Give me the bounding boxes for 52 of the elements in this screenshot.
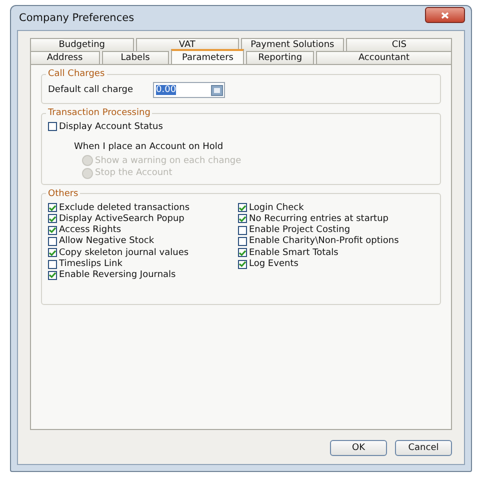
checkbox[interactable] — [48, 260, 57, 269]
checkbox[interactable] — [48, 270, 57, 280]
checkbox-label: Enable Project Costing — [249, 225, 350, 236]
window-title: Company Preferences — [18, 12, 134, 24]
checkbox-label: Display ActiveSearch Popup — [59, 214, 184, 224]
radio-label: Stop the Account — [95, 168, 172, 178]
tab[interactable]: Labels — [102, 51, 170, 64]
checkbox[interactable] — [238, 236, 247, 246]
group-title: Others — [47, 188, 80, 199]
checkbox[interactable] — [48, 226, 57, 235]
checkbox-label: No Recurring entries at startup — [249, 214, 388, 224]
field-label: Default call charge — [48, 85, 134, 95]
tab[interactable]: Budgeting — [30, 38, 134, 51]
tab[interactable]: Address — [30, 51, 100, 64]
checkbox[interactable] — [48, 122, 57, 132]
checkbox[interactable] — [48, 236, 57, 246]
close-icon — [441, 12, 449, 18]
checkbox-label: Log Events — [249, 259, 298, 270]
checkbox-label: Exclude deleted transactions — [59, 202, 190, 213]
checkbox[interactable] — [238, 203, 247, 212]
input-field[interactable]: 0.00 — [153, 82, 226, 98]
checkbox-label: Enable Charity\Non-Profit options — [249, 236, 399, 246]
radio-label: Show a warning on each change — [95, 156, 242, 166]
checkbox[interactable] — [48, 203, 57, 212]
tab[interactable]: Reporting — [246, 51, 314, 64]
checkbox[interactable] — [238, 260, 247, 269]
tab[interactable]: VAT — [136, 38, 239, 51]
dialog-button[interactable]: Cancel — [395, 440, 452, 456]
checkbox-label: Allow Negative Stock — [59, 236, 154, 246]
calculator-icon[interactable] — [211, 84, 224, 96]
checkbox-label: Copy skeleton journal values — [59, 248, 189, 258]
checkbox[interactable] — [238, 226, 247, 235]
subheading: When I place an Account on Hold — [74, 142, 224, 152]
group-title: Transaction Processing — [47, 108, 152, 118]
tab[interactable]: Payment Solutions — [240, 38, 344, 51]
checkbox-label: Display Account Status — [59, 122, 163, 132]
checkbox-label: Login Check — [249, 202, 304, 213]
checkbox-label: Enable Smart Totals — [249, 248, 338, 258]
checkbox-label: Access Rights — [59, 225, 122, 236]
dialog-button[interactable]: OK — [330, 440, 387, 456]
checkbox[interactable] — [238, 214, 247, 224]
field-value: 0.00 — [156, 85, 176, 95]
tab[interactable]: CIS — [346, 38, 452, 51]
close-button[interactable] — [425, 7, 465, 23]
checkbox[interactable] — [238, 248, 247, 258]
checkbox-label: Timeslips Link — [59, 259, 122, 270]
tab[interactable]: Parameters — [171, 49, 244, 64]
checkbox-label: Enable Reversing Journals — [59, 270, 176, 280]
checkbox[interactable] — [48, 248, 57, 258]
group-title: Call Charges — [47, 69, 106, 79]
tab[interactable]: Accountant — [316, 51, 452, 64]
checkbox[interactable] — [48, 214, 57, 224]
